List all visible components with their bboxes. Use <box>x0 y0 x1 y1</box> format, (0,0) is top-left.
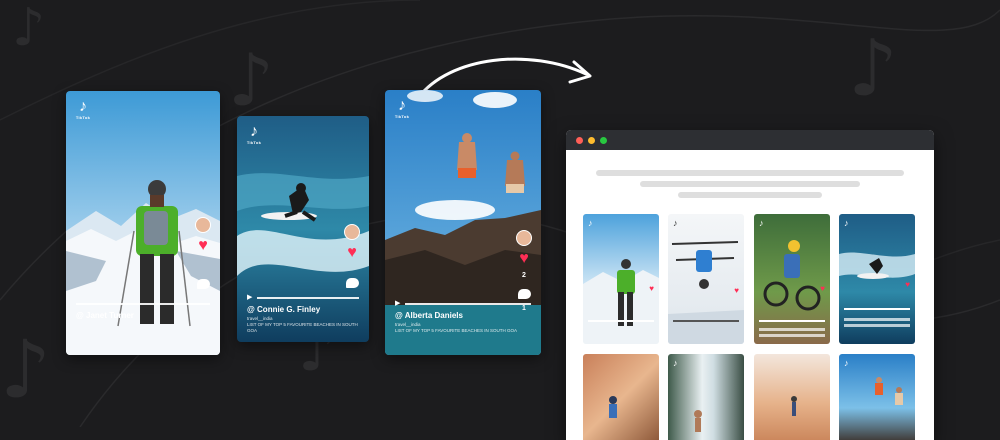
heart-icon[interactable]: ♥ <box>905 280 910 289</box>
tiktok-icon: ♪ TikTok <box>394 97 410 120</box>
tiktok-icon: ♪ TikTok <box>246 123 262 146</box>
browser-window: ♪ ♥ ♪ ♥ ♪ ♥ ♪ ♥ ♪ ♪ <box>566 130 934 440</box>
placeholder-line <box>678 192 822 198</box>
heart-icon[interactable]: ♥ <box>734 286 739 295</box>
progress-bar[interactable] <box>76 303 210 305</box>
username[interactable]: @ Alberta Daniels <box>395 311 463 320</box>
video-thumbnail[interactable] <box>754 354 830 440</box>
maximize-window-icon[interactable] <box>600 137 607 144</box>
avatar[interactable] <box>516 230 532 246</box>
background-tiktok-icon: ♪ <box>0 323 52 416</box>
play-icon[interactable]: ▶ <box>247 293 252 301</box>
caption-placeholder <box>844 318 910 321</box>
video-thumbnail[interactable]: ♪ ♥ <box>668 214 744 344</box>
video-card[interactable]: ♪ TikTok ♥ ▶ @ Connie G. Finley travel__i… <box>237 116 369 342</box>
waterfall-image <box>694 410 702 432</box>
background-tiktok-icon: ♪ <box>228 38 274 122</box>
tiktok-icon: ♪ <box>673 358 678 368</box>
video-thumbnail[interactable]: ♪ ♥ <box>754 214 830 344</box>
rock-climber-image <box>609 396 617 418</box>
caption: LIST OF MY TOP 5 FAVOURITE BEACHES IN SO… <box>247 322 358 333</box>
background-tiktok-icon: ♪ <box>12 0 46 58</box>
progress-bar[interactable] <box>257 297 359 299</box>
video-thumbnail[interactable]: ♪ <box>668 354 744 440</box>
progress-bar[interactable] <box>405 303 531 305</box>
heart-icon[interactable]: ♥ <box>519 251 529 267</box>
heart-icon[interactable]: ♥ <box>347 245 357 261</box>
tiktok-icon: ♪ <box>588 218 593 228</box>
tiktok-icon: ♪ <box>844 358 849 368</box>
skier-jump-image <box>668 241 744 344</box>
caption: LIST OF MY TOP 5 FAVOURITE BEACHES IN SO… <box>395 328 518 333</box>
minimize-window-icon[interactable] <box>588 137 595 144</box>
caption-placeholder <box>844 324 910 327</box>
tiktok-icon: ♪ <box>759 218 764 228</box>
progress-bar <box>844 308 910 310</box>
placeholder-line <box>640 181 860 187</box>
progress-bar <box>673 320 739 322</box>
progress-bar <box>588 320 654 322</box>
video-thumbnail[interactable] <box>583 354 659 440</box>
heart-icon[interactable]: ♥ <box>649 284 654 293</box>
comment-icon[interactable] <box>517 289 531 299</box>
comment-icon[interactable] <box>345 278 359 288</box>
heart-icon[interactable]: ♥ <box>820 284 825 293</box>
video-card[interactable]: ♪ TikTok ♥ 2 1 ▶ @ Alberta Daniels travel… <box>385 90 541 355</box>
caption-placeholder <box>759 334 825 337</box>
browser-titlebar <box>566 130 934 150</box>
snow-hiker-image <box>583 259 659 344</box>
avatar[interactable] <box>195 217 211 233</box>
avatar[interactable] <box>344 224 360 240</box>
video-thumbnail[interactable]: ♪ <box>839 354 915 440</box>
username[interactable]: @ Connie G. Finley <box>247 305 320 314</box>
comment-icon[interactable] <box>196 279 210 289</box>
cliff-jumpers-image <box>875 377 903 405</box>
action-bar: ♥ <box>195 217 211 289</box>
progress-bar <box>759 320 825 322</box>
mountain-biker-image <box>763 240 821 311</box>
tiktok-icon: ♪ <box>844 218 849 228</box>
tiktok-icon: ♪ TikTok <box>75 98 91 121</box>
close-window-icon[interactable] <box>576 137 583 144</box>
placeholder-line <box>596 170 904 176</box>
username[interactable]: @ Janet Turner <box>76 311 134 320</box>
action-bar: ♥ <box>344 224 360 288</box>
caption-placeholder <box>759 328 825 331</box>
video-thumbnail[interactable]: ♪ ♥ <box>583 214 659 344</box>
play-icon[interactable]: ▶ <box>395 299 400 307</box>
video-thumbnail[interactable]: ♪ ♥ <box>839 214 915 344</box>
tiktok-icon: ♪ <box>673 218 678 228</box>
video-card[interactable]: ♪ TikTok ♥ @ Janet Turner <box>66 91 220 355</box>
background-tiktok-icon: ♪ <box>848 24 898 114</box>
comment-count: 1 <box>522 305 526 312</box>
desert-image <box>791 396 797 416</box>
like-count: 2 <box>522 272 526 279</box>
heart-icon[interactable]: ♥ <box>198 238 208 254</box>
action-bar: ♥ 2 1 <box>516 230 532 312</box>
